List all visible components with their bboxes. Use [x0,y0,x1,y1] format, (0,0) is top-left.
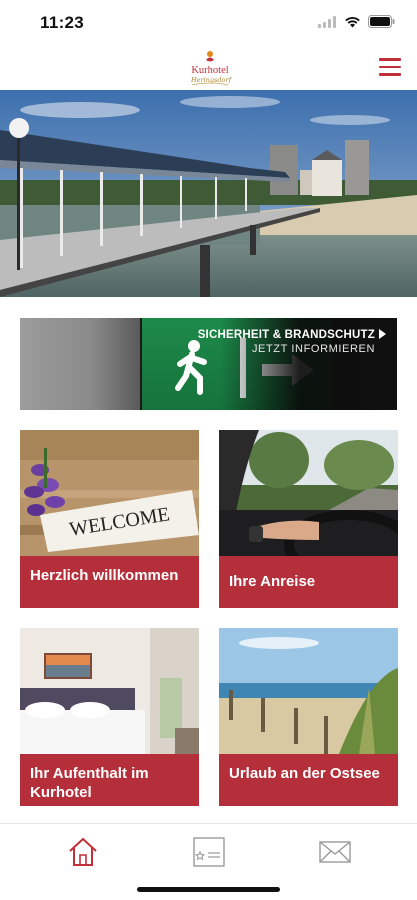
hotel-logo[interactable]: Kurhotel Heringsdorf [182,48,238,90]
status-time: 11:23 [40,13,85,32]
tab-info[interactable] [179,832,239,872]
beach-photo [219,628,398,754]
room-photo [20,628,199,754]
hamburger-icon [379,58,401,61]
tile-ihre-anreise[interactable]: Ihre Anreise [219,430,398,608]
wifi-icon [345,16,360,27]
signal-icon [318,15,336,28]
welcome-photo: WELCOME [20,430,199,556]
tile-herzlich-willkommen[interactable]: WELCOME Herzlich willkommen [20,430,199,608]
tab-mail[interactable] [305,832,365,872]
chevron-right-icon [379,329,386,339]
app-header: Kurhotel Heringsdorf [0,46,417,90]
tile-label: Ihre Anreise [219,556,398,608]
status-bar: 11:23 [0,0,417,46]
tile-label: Urlaub an der Ostsee [219,754,398,806]
tab-home[interactable] [53,832,113,872]
pier-photo [0,90,417,297]
tile-label: Ihr Aufenthalt im Kurhotel [20,754,199,806]
mail-icon [319,841,351,863]
tile-ihr-aufenthalt[interactable]: Ihr Aufenthalt im Kurhotel [20,628,199,806]
menu-button[interactable] [379,58,401,78]
status-icons [318,15,395,28]
hero-image [0,90,417,297]
svg-text:Kurhotel: Kurhotel [191,65,228,76]
banner-title: SICHERHEIT & BRANDSCHUTZ [197,329,375,341]
banner-subtitle: JETZT INFORMIEREN [251,343,375,355]
tile-label: Herzlich willkommen [20,556,199,608]
home-indicator [137,887,280,892]
home-icon [69,837,97,866]
battery-icon [368,15,395,28]
tile-urlaub-ostsee[interactable]: Urlaub an der Ostsee [219,628,398,806]
safety-banner[interactable]: SICHERHEIT & BRANDSCHUTZ JETZT INFORMIER… [20,318,397,410]
car-photo [219,430,398,556]
banner-wall-image [20,318,140,410]
info-card-icon [193,837,225,867]
